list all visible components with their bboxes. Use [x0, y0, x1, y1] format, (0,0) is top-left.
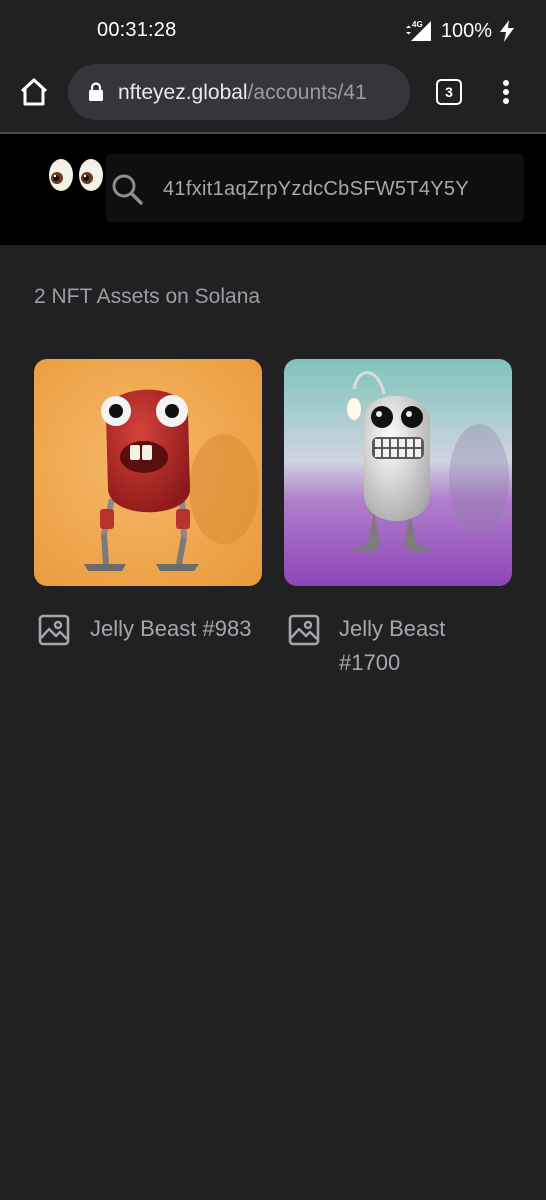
- nft-image[interactable]: [284, 359, 512, 586]
- search-icon: [112, 174, 143, 205]
- nft-card[interactable]: Jelly Beast #1700: [284, 359, 512, 682]
- assets-count-heading: 2 NFT Assets on Solana: [34, 285, 261, 308]
- url-bar[interactable]: nfteyez.global/accounts/41: [68, 64, 410, 120]
- url-domain: nfteyez.global: [118, 81, 248, 104]
- status-indicators: 4G 100%: [403, 17, 514, 45]
- status-bar: 00:31:28 4G 100%: [0, 0, 546, 60]
- nft-image[interactable]: [34, 359, 262, 586]
- nft-caption[interactable]: Jelly Beast #1700: [284, 612, 512, 682]
- home-icon[interactable]: [18, 76, 50, 108]
- site-header: 41fxit1aqZrpYzdcCbSFW5T4Y5Y: [0, 134, 546, 245]
- eyes-logo[interactable]: [46, 154, 106, 196]
- search-value: 41fxit1aqZrpYzdcCbSFW5T4Y5Y: [163, 178, 470, 200]
- nft-name: Jelly Beast #1700: [339, 616, 446, 675]
- battery-percent: 100%: [440, 19, 492, 42]
- image-icon: [38, 614, 70, 646]
- image-icon: [288, 614, 320, 646]
- signal-4g-icon: 4G: [405, 20, 431, 41]
- nft-card[interactable]: Jelly Beast #983: [34, 359, 262, 682]
- search-input[interactable]: 41fxit1aqZrpYzdcCbSFW5T4Y5Y: [106, 154, 524, 222]
- tab-switcher-button[interactable]: 3: [436, 79, 462, 105]
- lock-icon: [89, 82, 103, 101]
- url-text[interactable]: nfteyez.global/accounts/41: [118, 81, 367, 105]
- status-time: 00:31:28: [97, 19, 177, 41]
- browser-toolbar: nfteyez.global/accounts/41 3: [0, 60, 546, 132]
- nft-caption[interactable]: Jelly Beast #983: [34, 612, 262, 682]
- nft-name: Jelly Beast #983: [90, 616, 252, 641]
- charging-bolt-icon: [500, 20, 514, 42]
- more-vert-icon[interactable]: [494, 78, 518, 106]
- url-path: /accounts/41: [247, 81, 367, 104]
- network-type-text: 4G: [412, 20, 423, 29]
